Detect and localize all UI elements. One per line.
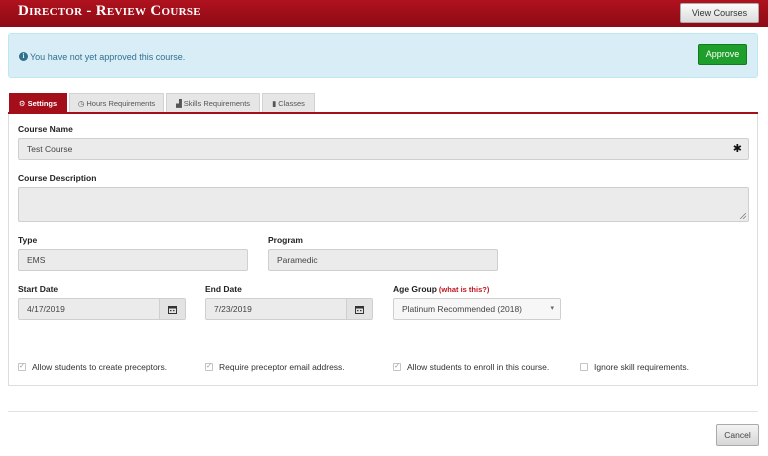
- page-title: Director - Review Course: [18, 3, 201, 19]
- end-date-input[interactable]: 7/23/2019: [205, 298, 373, 320]
- checkbox-label: Ignore skill requirements.: [594, 362, 689, 372]
- checkbox-box[interactable]: ✓: [18, 363, 26, 371]
- tab-label: Hours Requirements: [86, 99, 156, 108]
- tab-label: Skills Requirements: [183, 99, 251, 108]
- tab-settings[interactable]: ⚙ Settings: [9, 93, 67, 113]
- age-group-value: Platinum Recommended (2018): [402, 304, 523, 314]
- approve-button[interactable]: Approve: [698, 44, 747, 65]
- tab-label: Settings: [27, 99, 58, 108]
- checkbox-box[interactable]: [580, 363, 588, 371]
- course-name-input[interactable]: Test Course ✱: [18, 138, 749, 160]
- checkbox-ignore-skill-requirements[interactable]: Ignore skill requirements.: [580, 362, 689, 372]
- checkbox-allow-enroll[interactable]: ✓ Allow students to enroll in this cours…: [393, 362, 549, 372]
- checkbox-box[interactable]: ✓: [393, 363, 401, 371]
- age-group-select[interactable]: Platinum Recommended (2018) ▾: [393, 298, 561, 320]
- age-group-label: Age Group (what is this?): [393, 284, 489, 294]
- checkbox-allow-create-preceptors[interactable]: ✓ Allow students to create preceptors.: [18, 362, 167, 372]
- gear-icon: ⚙: [18, 99, 26, 108]
- checkbox-label: Require preceptor email address.: [219, 362, 345, 372]
- course-name-label: Course Name: [18, 124, 73, 134]
- start-date-label: Start Date: [18, 284, 59, 294]
- end-date-label: End Date: [205, 284, 242, 294]
- calendar-icon[interactable]: [159, 299, 185, 319]
- course-description-textarea[interactable]: [18, 187, 749, 222]
- gavel-icon: ▟: [175, 99, 182, 108]
- book-icon: ▮: [272, 99, 277, 108]
- tab-skills-requirements[interactable]: ▟ Skills Requirements: [166, 93, 260, 113]
- course-name-value: Test Course: [27, 144, 73, 154]
- cancel-button[interactable]: Cancel: [716, 424, 759, 446]
- end-date-value: 7/23/2019: [214, 304, 252, 314]
- checkbox-label: Allow students to enroll in this course.: [407, 362, 550, 372]
- calendar-icon[interactable]: [346, 299, 372, 319]
- age-group-label-text: Age Group: [393, 284, 437, 294]
- tab-label: Classes: [278, 99, 305, 108]
- resize-grip-icon[interactable]: [740, 213, 746, 219]
- type-value: EMS: [27, 255, 46, 265]
- course-description-label: Course Description: [18, 173, 97, 183]
- chevron-down-icon: ▾: [550, 305, 554, 312]
- footer-divider: [8, 411, 758, 412]
- approval-alert: i You have not yet approved this course.…: [8, 33, 758, 78]
- view-courses-button[interactable]: View Courses: [680, 3, 759, 23]
- required-asterisk-icon: ✱: [732, 143, 742, 155]
- alert-message: You have not yet approved this course.: [30, 52, 186, 62]
- clock-icon: ◷: [77, 99, 85, 108]
- program-value: Paramedic: [277, 255, 318, 265]
- type-field[interactable]: EMS: [18, 249, 248, 271]
- checkbox-require-preceptor-email[interactable]: ✓ Require preceptor email address.: [205, 362, 345, 372]
- start-date-input[interactable]: 4/17/2019: [18, 298, 186, 320]
- program-field[interactable]: Paramedic: [268, 249, 498, 271]
- program-label: Program: [268, 235, 303, 245]
- checkbox-label: Allow students to create preceptors.: [32, 362, 168, 372]
- page-header: Director - Review Course View Courses: [0, 0, 768, 27]
- start-date-value: 4/17/2019: [27, 304, 65, 314]
- age-group-help-link[interactable]: (what is this?): [439, 285, 489, 294]
- type-label: Type: [18, 235, 38, 245]
- info-icon: i: [19, 52, 28, 61]
- tab-classes[interactable]: ▮ Classes: [262, 93, 315, 113]
- tab-hours-requirements[interactable]: ◷ Hours Requirements: [69, 93, 164, 113]
- checkbox-box[interactable]: ✓: [205, 363, 213, 371]
